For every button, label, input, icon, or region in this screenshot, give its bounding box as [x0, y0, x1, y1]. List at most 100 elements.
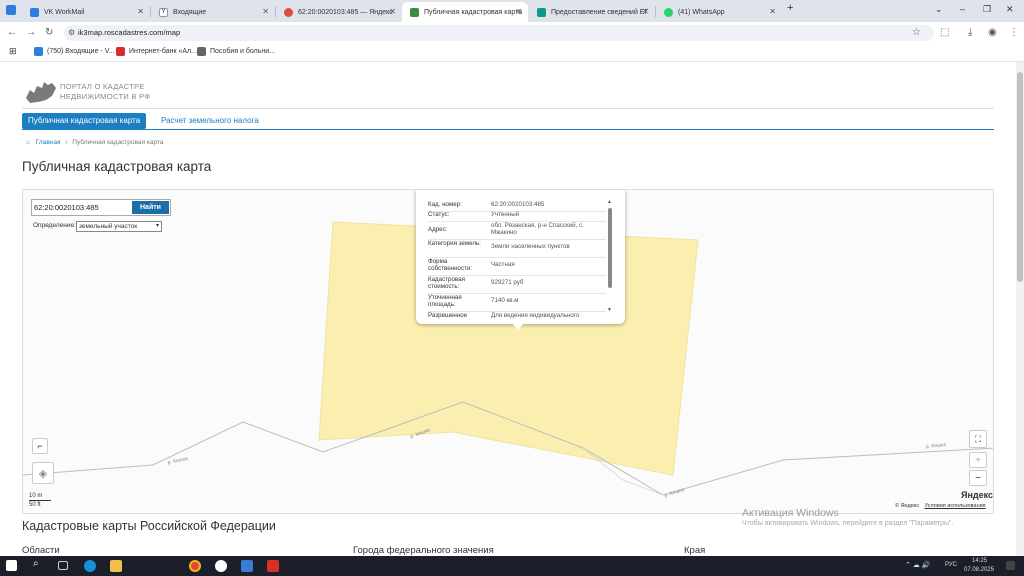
menu-icon[interactable]: ⋮ — [1009, 27, 1019, 38]
app-icon[interactable] — [215, 560, 227, 572]
reload-icon[interactable]: ↻ — [45, 27, 53, 38]
popup-row-permitted-use: Разрешенное Для ведения индивидуального — [428, 312, 608, 321]
task-view-icon[interactable] — [58, 561, 68, 570]
popup-key: Кадастровая стоимость: — [428, 276, 465, 290]
close-tab-icon[interactable]: ✕ — [137, 7, 144, 16]
bookmark-alfa[interactable]: Интернет-банк «Ал... — [116, 47, 197, 56]
windows-taskbar: ⌕ ⌃ ☁ 🔊 РУС 14:25 07.08.2025 — [0, 556, 1024, 576]
close-tab-icon[interactable]: ✕ — [389, 7, 396, 16]
apps-icon[interactable]: ⊞ — [9, 46, 17, 57]
layers-button[interactable]: ◈ — [32, 462, 54, 484]
whatsapp-icon — [664, 7, 673, 17]
popup-key: Статус: — [428, 211, 450, 218]
column-regions: Области — [22, 545, 60, 556]
tab-land-tax-calc[interactable]: Расчет земельного налога — [161, 113, 259, 129]
tab-search-icon[interactable]: ⌄ — [935, 4, 943, 15]
close-tab-icon[interactable]: ✕ — [769, 7, 776, 16]
popup-value: Для ведения индивидуального — [491, 312, 580, 319]
tab-inbox[interactable]: Y Входящие ✕ — [151, 2, 275, 22]
ruler-tool-button[interactable]: ⌐ — [32, 438, 48, 454]
close-window-button[interactable]: ✕ — [1006, 4, 1014, 15]
url-text: ik3map.roscadastres.com/map — [78, 28, 181, 37]
logo-line-1: ПОРТАЛ О КАДАСТРЕ — [60, 82, 145, 91]
cadastral-search-box: Найти — [31, 199, 171, 216]
popup-key: Форма собственности: — [428, 258, 473, 272]
bookmark-label: Пособия и больни... — [210, 48, 275, 55]
pdf-icon[interactable] — [267, 560, 279, 572]
scroll-up-icon[interactable]: ▲ — [607, 199, 612, 205]
page-scrollbar[interactable] — [1016, 62, 1024, 556]
close-tab-icon[interactable]: ✕ — [515, 7, 522, 16]
yandex-logo[interactable]: Яндекс — [961, 490, 993, 500]
address-bar-row: ← → ↻ ⚙ ik3map.roscadastres.com/map ☆ ⬚ … — [0, 22, 1024, 44]
scroll-down-icon[interactable]: ▼ — [607, 307, 612, 313]
url-field[interactable]: ⚙ ik3map.roscadastres.com/map — [64, 25, 934, 41]
tab-label: 62:20:0020103:485 — Яндекс — [298, 8, 393, 16]
breadcrumb-home-link[interactable]: Главная — [36, 139, 61, 146]
home-icon[interactable]: ⌂ — [26, 139, 30, 146]
extensions-icon[interactable]: ⬚ — [940, 27, 949, 38]
tab-egrn[interactable]: Предоставление сведений ЕГ ✕ — [529, 2, 655, 22]
chrome-icon[interactable] — [189, 560, 201, 572]
tab-label: Предоставление сведений ЕГ — [551, 8, 649, 16]
popup-key: Уточненная площадь: — [428, 294, 462, 308]
notification-icon[interactable] — [1006, 561, 1015, 570]
tab-whatsapp[interactable]: (41) WhatsApp ✕ — [656, 2, 782, 22]
tab-yandex-search[interactable]: 62:20:0020103:485 — Яндекс ✕ — [276, 2, 402, 22]
site-logo-icon[interactable] — [22, 76, 62, 110]
bookmark-star-icon[interactable]: ☆ — [912, 27, 921, 38]
profile-icon[interactable]: ◉ — [988, 27, 997, 38]
popup-key: Разрешенное — [428, 312, 468, 319]
map-icon — [410, 7, 419, 17]
tab-public-cadastral-map[interactable]: Публичная кадастровая карта — [22, 113, 147, 129]
minimize-button[interactable]: – — [960, 4, 965, 14]
close-tab-icon[interactable]: ✕ — [642, 7, 649, 16]
popup-key: Категория земель: — [428, 240, 481, 247]
site-info-icon[interactable]: ⚙ — [68, 25, 75, 41]
app-icon[interactable] — [241, 560, 253, 572]
terms-link[interactable]: Условия использования — [925, 503, 986, 509]
download-icon[interactable]: ⤓ — [968, 27, 972, 38]
file-explorer-icon[interactable] — [110, 560, 122, 572]
popup-row-area: Уточненная площадь: 7140 кв.м — [428, 294, 608, 310]
page-title: Публичная кадастровая карта — [22, 159, 212, 174]
zoom-out-button[interactable]: − — [969, 470, 987, 486]
edge-icon[interactable] — [84, 560, 96, 572]
yandex-search-icon — [284, 7, 293, 17]
popup-scroll-thumb[interactable] — [608, 208, 612, 288]
popup-row-cadastral-value: Кадастровая стоимость: 929271 руб — [428, 276, 608, 292]
close-tab-icon[interactable]: ✕ — [262, 7, 269, 16]
logo-line-2: НЕДВИЖИМОСТИ В РФ — [60, 92, 151, 101]
maximize-button[interactable]: ❐ — [983, 4, 991, 15]
tab-cadastral-map[interactable]: Публичная кадастровая карта ✕ — [402, 2, 528, 22]
bookmark-posobiya[interactable]: Пособия и больни... — [197, 47, 275, 56]
forward-icon[interactable]: → — [26, 27, 36, 38]
chevron-down-icon: ▾ — [155, 223, 159, 229]
breadcrumb: ⌂ Главная › Публичная кадастровая карта — [26, 139, 163, 146]
new-tab-button[interactable]: + — [787, 2, 793, 14]
language-indicator[interactable]: РУС — [945, 562, 957, 568]
clock-time[interactable]: 14:25 — [972, 558, 987, 564]
breadcrumb-current: Публичная кадастровая карта — [72, 139, 164, 146]
cadastral-number-input[interactable] — [34, 201, 130, 214]
popup-value: обл. Рязанская, р-н Спасский, с. Мжакино — [491, 222, 584, 236]
zoom-in-button[interactable]: + — [969, 452, 987, 468]
popup-scrollbar[interactable]: ▲ ▼ — [607, 199, 612, 313]
scale-bar — [29, 500, 51, 501]
windows-start-icon[interactable] — [6, 560, 17, 571]
popup-row-cad-number: Кад. номер: 62:20:0020103:485 — [428, 201, 608, 210]
vk-window-icon[interactable] — [6, 5, 16, 15]
page-scroll-thumb[interactable] — [1017, 72, 1023, 282]
tab-label: (41) WhatsApp — [678, 8, 725, 16]
browser-tab-strip: VK WorkMail ✕ Y Входящие ✕ 62:20:0020103… — [0, 0, 1024, 22]
system-tray-icons[interactable]: ⌃ ☁ 🔊 — [905, 561, 930, 569]
search-icon[interactable]: ⌕ — [33, 558, 45, 570]
map-area[interactable]: р. Кишка р. Кишка р. Кишка р. Кишка Найт… — [22, 189, 994, 514]
fullscreen-button[interactable]: ⛶ — [969, 430, 987, 448]
tab-vk-workmail[interactable]: VK WorkMail ✕ — [22, 2, 150, 22]
find-button[interactable]: Найти — [132, 201, 169, 214]
definition-select[interactable]: земельный участок ▾ — [76, 221, 162, 232]
bookmark-vk[interactable]: (750) Входящие - V... — [34, 47, 115, 56]
clock-date[interactable]: 07.08.2025 — [964, 567, 994, 573]
back-icon[interactable]: ← — [7, 27, 17, 38]
